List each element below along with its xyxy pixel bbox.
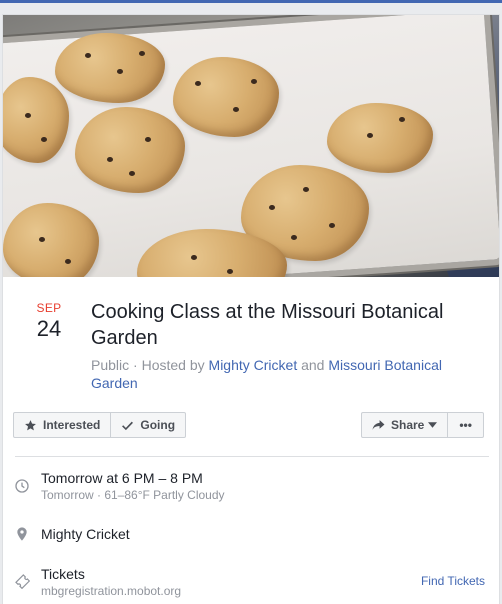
separator-dot: ·	[133, 357, 138, 373]
caret-down-icon	[428, 422, 438, 428]
share-button-group: Share •••	[361, 412, 484, 438]
share-button[interactable]: Share	[361, 412, 449, 438]
ticket-icon	[15, 574, 30, 589]
event-privacy: Public	[91, 357, 130, 373]
event-date-month: SEP	[36, 301, 62, 315]
tickets-url[interactable]: mbgregistration.mobot.org	[41, 584, 181, 599]
event-weather: Tomorrow · 61–86°F Partly Cloudy	[41, 488, 225, 502]
section-divider	[15, 456, 489, 457]
star-icon	[25, 419, 36, 430]
share-label: Share	[391, 418, 425, 432]
check-icon	[122, 421, 134, 430]
find-tickets-link[interactable]: Find Tickets	[421, 574, 485, 588]
top-accent-bar	[0, 0, 502, 3]
share-arrow-icon	[372, 420, 385, 430]
interested-button[interactable]: Interested	[13, 412, 112, 438]
cookie-dough	[3, 203, 99, 277]
event-host-line: Public · Hosted by Mighty Cricket and Mi…	[91, 356, 471, 392]
cookie-dough	[3, 77, 69, 163]
map-pin-icon	[17, 527, 27, 541]
event-title: Cooking Class at the Missouri Botanical …	[91, 301, 444, 349]
hosted-by-label: Hosted by	[141, 357, 205, 373]
host-link-mighty-cricket[interactable]: Mighty Cricket	[209, 357, 298, 373]
going-button[interactable]: Going	[111, 412, 187, 438]
event-time: Tomorrow at 6 PM – 8 PM	[41, 470, 203, 486]
cookie-dough	[55, 33, 165, 103]
cookie-dough	[75, 107, 185, 193]
event-date-day: 24	[36, 316, 62, 341]
rsvp-button-group: Interested Going	[13, 412, 187, 438]
and-label: and	[301, 357, 325, 373]
cookie-dough	[327, 103, 433, 173]
event-cover-photo[interactable]	[3, 15, 499, 277]
cookie-dough	[173, 57, 279, 137]
event-location[interactable]: Mighty Cricket	[41, 526, 130, 543]
going-label: Going	[140, 418, 176, 432]
clock-icon	[15, 479, 29, 493]
event-card: SEP 24 Cooking Class at the Missouri Bot…	[2, 14, 500, 604]
tickets-label: Tickets	[41, 566, 85, 582]
more-options-icon: •••	[459, 418, 472, 432]
event-date: SEP 24	[21, 301, 77, 343]
more-options-button[interactable]: •••	[448, 412, 484, 438]
interested-label: Interested	[43, 418, 101, 432]
